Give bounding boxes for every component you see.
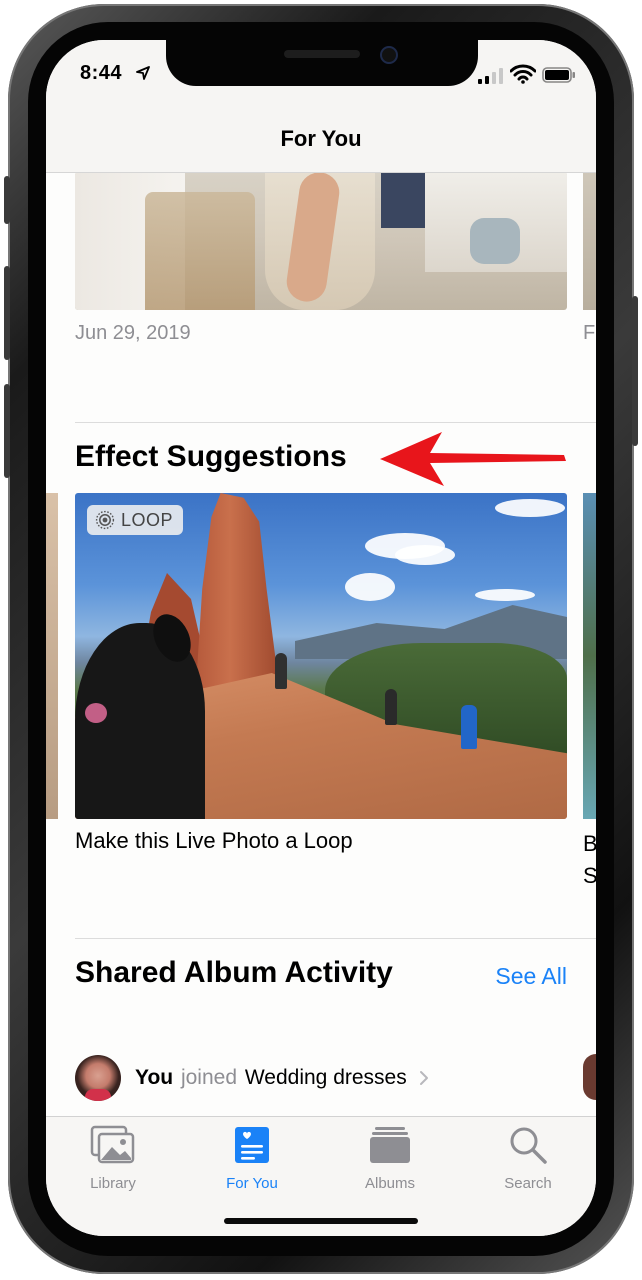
screen: 8:44 For You Jun 29, 2019 F Effect Sugge…: [46, 40, 596, 1236]
tab-albums[interactable]: Albums: [335, 1125, 445, 1192]
status-time: 8:44: [80, 62, 123, 84]
tab-label: Search: [504, 1175, 552, 1192]
notch: [166, 40, 478, 86]
section-divider: [75, 938, 596, 939]
page-title: For You: [280, 126, 362, 151]
photo-detail: [461, 705, 477, 749]
navigation-bar: For You: [46, 110, 596, 173]
tab-label: Albums: [364, 1175, 416, 1192]
next-activity-avatar-peek[interactable]: [583, 1054, 596, 1100]
chevron-right-icon: [419, 1071, 428, 1085]
photo-detail: [145, 192, 255, 310]
section-divider: [75, 422, 596, 423]
photo-detail: [381, 172, 425, 228]
tab-search[interactable]: Search: [473, 1125, 583, 1192]
photo-detail: [385, 689, 397, 725]
live-photo-icon: [95, 510, 115, 530]
loop-badge: LOOP: [87, 505, 184, 535]
silent-switch: [4, 176, 10, 224]
tab-label: Library: [90, 1175, 136, 1192]
cellular-signal-icon: [478, 68, 503, 84]
suggestion-caption: Make this Live Photo a Loop: [75, 828, 353, 853]
search-icon: [510, 1127, 547, 1164]
power-button: [632, 296, 638, 446]
photo-detail: [275, 653, 287, 689]
tab-for-you[interactable]: For You: [197, 1125, 307, 1192]
avatar: [75, 1055, 121, 1101]
battery-icon: [542, 67, 575, 83]
next-suggestion-peek[interactable]: [583, 493, 596, 819]
activity-album: Wedding dresses: [244, 1066, 407, 1089]
effect-suggestions-title: Effect Suggestions: [75, 440, 347, 473]
location-arrow-icon: [136, 66, 150, 80]
photo-detail: [85, 703, 107, 723]
photo-detail: [345, 573, 395, 601]
photo-detail: [475, 589, 535, 601]
photo-detail: [395, 545, 455, 565]
loop-badge-label: LOOP: [121, 509, 174, 530]
see-all-link[interactable]: See All: [495, 963, 567, 990]
shared-album-activity-title: Shared Album Activity: [75, 956, 393, 989]
for-you-feed[interactable]: Jun 29, 2019 F Effect Suggestions LOOP M…: [46, 172, 596, 1116]
front-camera: [380, 46, 398, 64]
tab-label: For You: [226, 1175, 278, 1192]
volume-up-button: [4, 266, 10, 360]
previous-suggestion-peek[interactable]: [46, 493, 58, 819]
memory-photo[interactable]: [75, 172, 567, 310]
memory-date: Jun 29, 2019: [75, 322, 191, 344]
volume-down-button: [4, 384, 10, 478]
activity-user: You: [135, 1066, 174, 1089]
shared-activity-item[interactable]: You joined Wedding dresses: [75, 1054, 565, 1102]
speaker-grille: [284, 50, 360, 58]
photo-library-icon: [90, 1125, 135, 1164]
wifi-icon: [510, 64, 536, 84]
albums-icon: [370, 1127, 410, 1163]
loop-suggestion-photo[interactable]: LOOP: [75, 493, 567, 819]
photo-detail: [85, 1089, 111, 1101]
activity-text: You joined Wedding dresses: [135, 1066, 407, 1090]
next-suggestion-caption-peek: B S: [583, 831, 596, 888]
activity-action: joined: [180, 1066, 238, 1089]
tab-library[interactable]: Library: [58, 1125, 168, 1192]
for-you-icon: [235, 1127, 269, 1163]
photo-detail: [495, 499, 565, 517]
annotation-arrow-icon: [380, 432, 566, 486]
home-indicator[interactable]: [224, 1218, 418, 1224]
photo-detail: [470, 218, 520, 264]
next-memory-date-peek: F: [583, 322, 596, 344]
next-memory-photo-peek[interactable]: [583, 172, 596, 310]
